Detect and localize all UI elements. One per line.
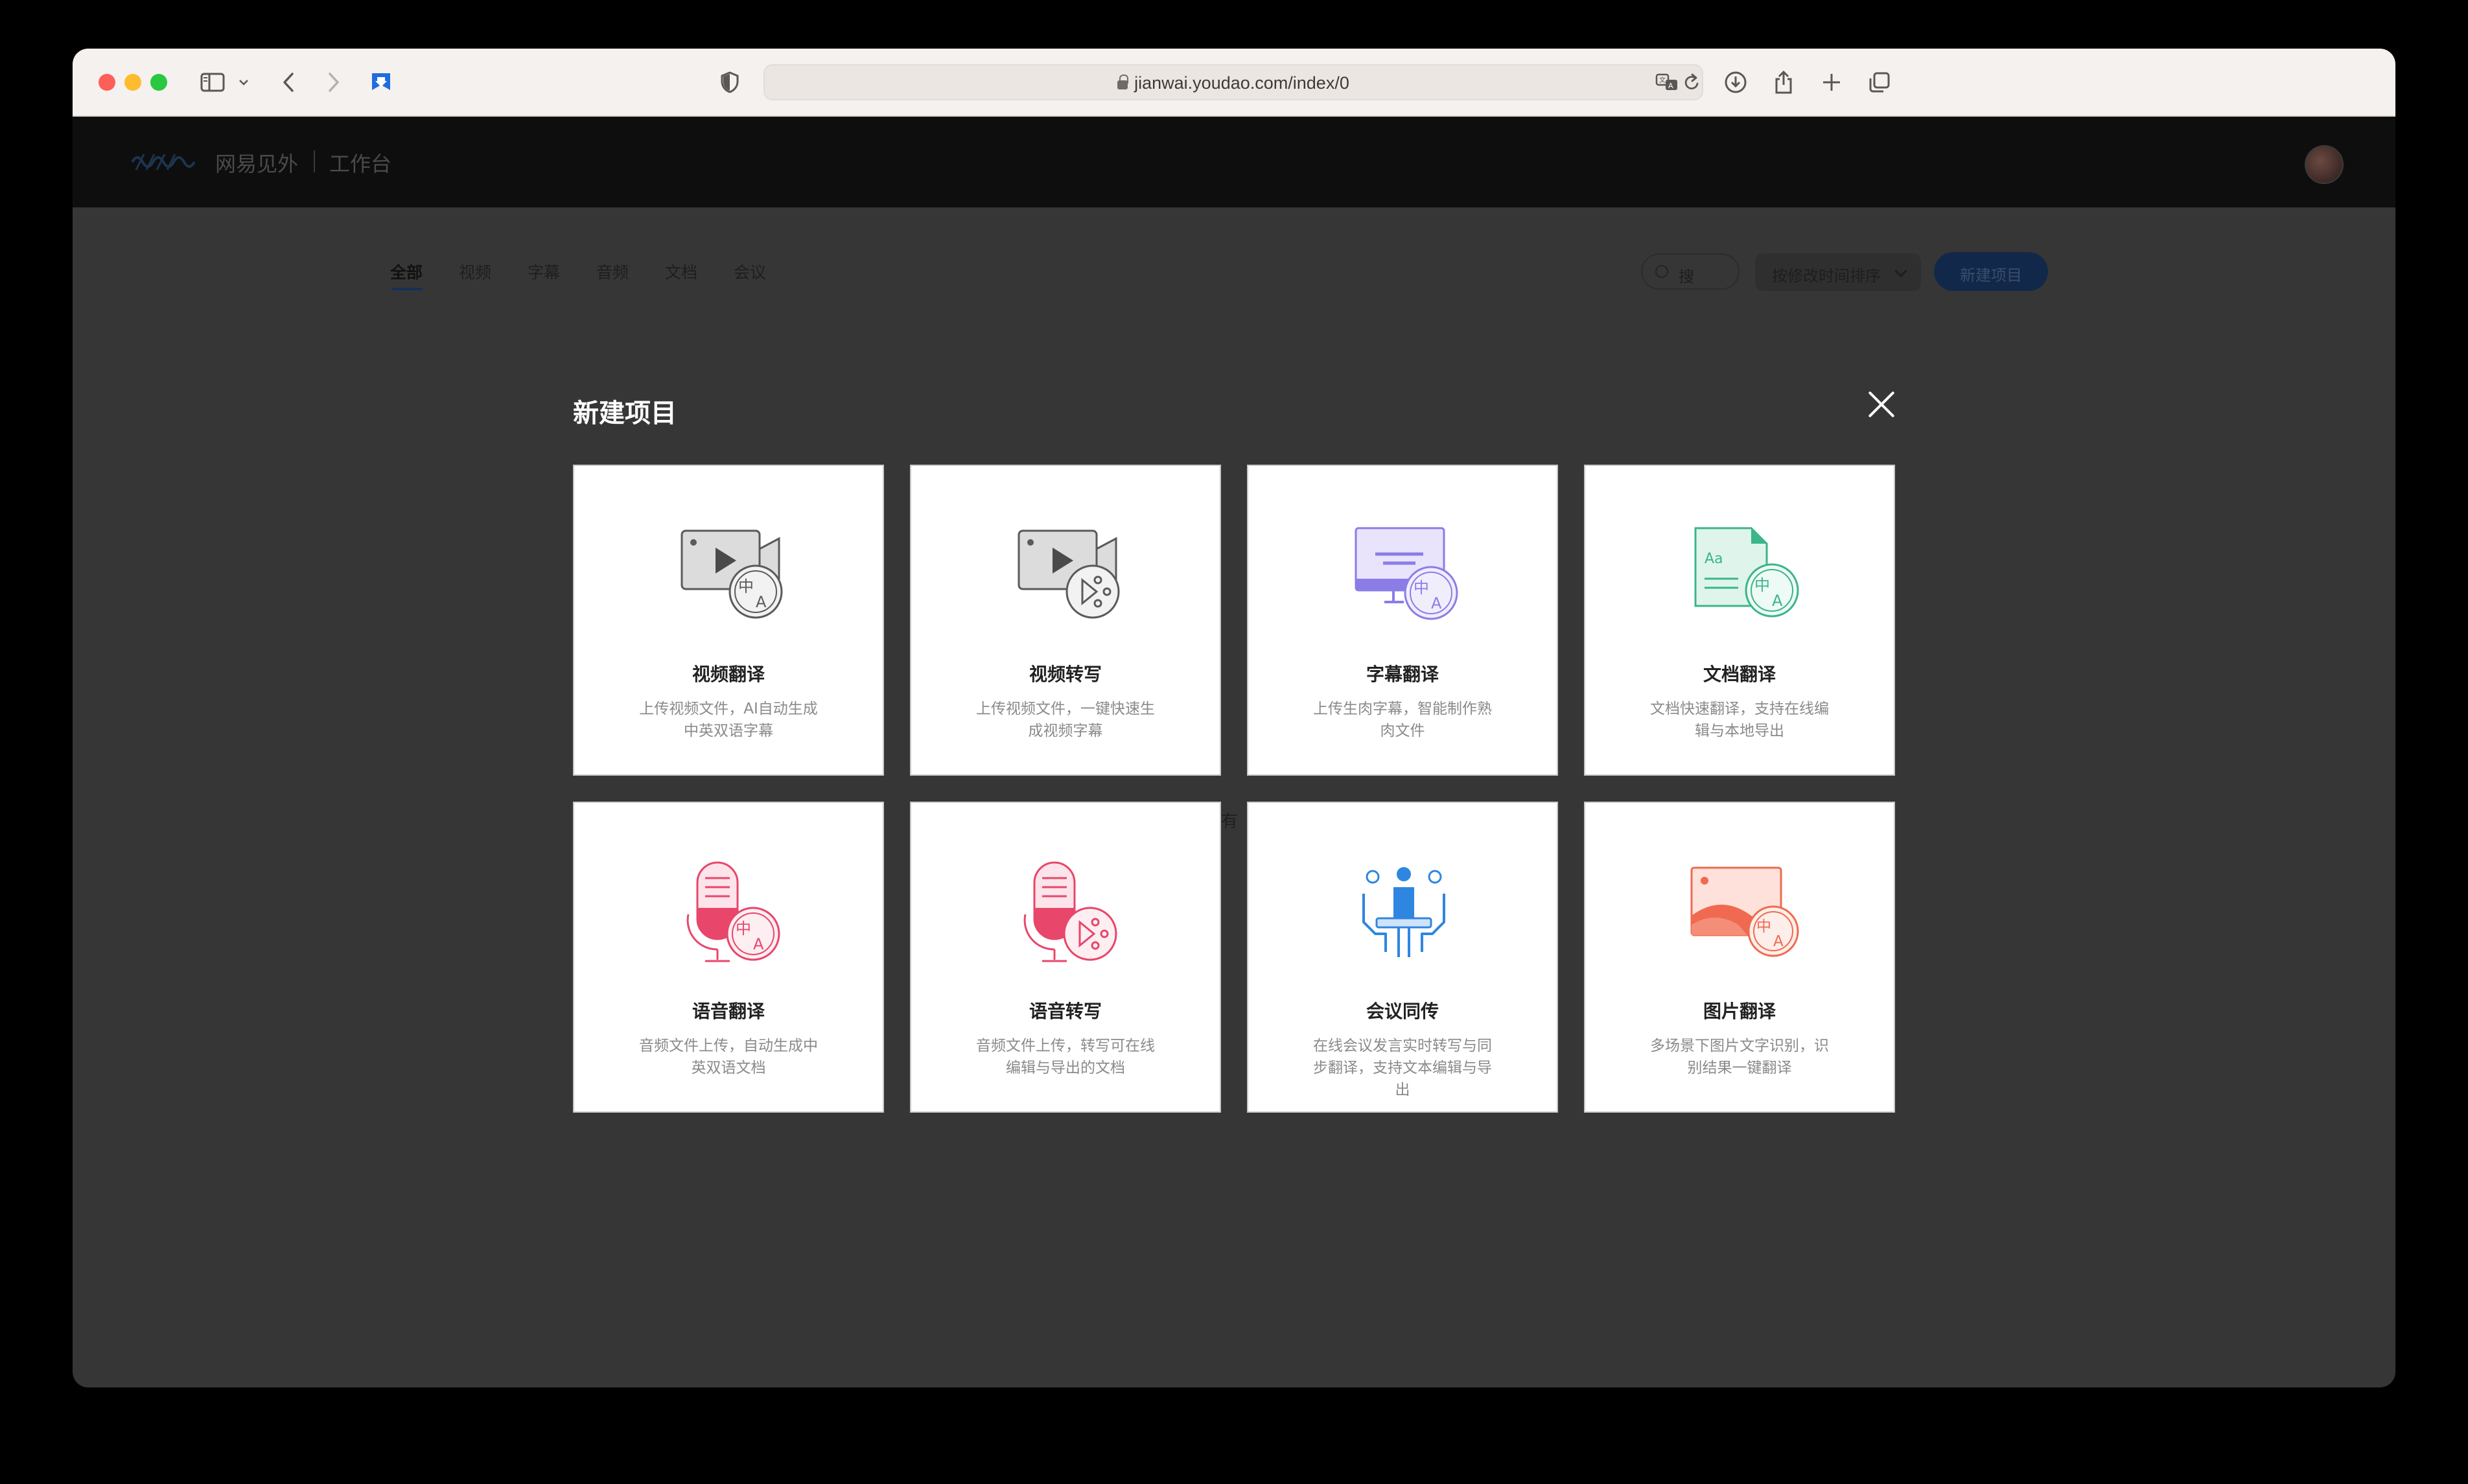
new-tab-icon[interactable] xyxy=(1819,68,1845,97)
card-title: 语音转写 xyxy=(1029,1001,1102,1022)
svg-text:中: 中 xyxy=(1754,576,1770,594)
card-description: 在线会议发言实时转写与同步翻译，支持文本编辑与导出 xyxy=(1313,1038,1492,1098)
lock-icon xyxy=(1117,75,1129,89)
tab-subtitle[interactable]: 字幕 xyxy=(528,260,560,283)
svg-text:A: A xyxy=(1668,82,1673,90)
card-description: 上传生肉字幕，智能制作熟肉文件 xyxy=(1313,701,1492,739)
svg-text:A: A xyxy=(756,593,767,611)
share-icon[interactable] xyxy=(1771,68,1797,97)
card-title: 图片翻译 xyxy=(1703,1001,1776,1022)
youdao-logo-icon[interactable] xyxy=(130,150,201,174)
card-description: 音频文件上传，自动生成中英双语文档 xyxy=(639,1038,818,1076)
tab-overview-icon[interactable] xyxy=(1867,68,1892,97)
tab-document[interactable]: 文档 xyxy=(665,260,697,283)
video-translate-icon: 中 A xyxy=(681,529,783,619)
search-placeholder: 搜 xyxy=(1679,268,1694,286)
tab-video[interactable]: 视频 xyxy=(459,260,491,283)
card-title: 语音翻译 xyxy=(692,1001,765,1022)
card-title: 会议同传 xyxy=(1366,1001,1439,1022)
card-title: 视频转写 xyxy=(1029,664,1102,685)
document-translate-icon: Aa 中 A xyxy=(1694,527,1799,618)
chevron-down-icon[interactable] xyxy=(236,68,251,97)
chevron-down-icon xyxy=(1894,264,1907,277)
workspace-label: 工作台 xyxy=(329,152,392,176)
modal-title: 新建项目 xyxy=(573,399,677,428)
search-icon xyxy=(1655,265,1668,278)
card-description: 多场景下图片文字识别，识别结果一键翻译 xyxy=(1650,1038,1829,1076)
subtitle-translate-icon: 中 A xyxy=(1355,527,1458,620)
video-transcribe-icon xyxy=(1018,529,1120,619)
card-description: 上传视频文件，一键快速生成视频字幕 xyxy=(976,701,1155,739)
back-arrow-icon[interactable] xyxy=(279,68,298,97)
card-title: 字幕翻译 xyxy=(1366,664,1439,685)
svg-text:中: 中 xyxy=(738,577,754,596)
image-translate-icon: 中 A xyxy=(1690,866,1799,957)
card-description: 音频文件上传，转写可在线编辑与导出的文档 xyxy=(976,1038,1155,1076)
svg-text:中: 中 xyxy=(1756,918,1771,935)
card-document-translate[interactable]: Aa 中 A 文档翻译 文档快速翻译，支持在线编辑与本地导出 xyxy=(1584,465,1895,776)
sidebar-toggle-icon[interactable] xyxy=(198,68,227,97)
privacy-shield-icon[interactable] xyxy=(718,68,741,97)
card-audio-transcribe[interactable]: 语音转写 音频文件上传，转写可在线编辑与导出的文档 xyxy=(910,802,1221,1113)
svg-text:A: A xyxy=(1773,933,1784,950)
address-bar[interactable]: jianwai.youdao.com/index/0 文A xyxy=(763,64,1703,100)
sort-label: 按修改时间排序 xyxy=(1772,267,1881,285)
svg-text:中: 中 xyxy=(736,920,751,938)
reload-icon[interactable] xyxy=(1682,68,1702,97)
svg-text:A: A xyxy=(1772,592,1783,610)
card-video-translate[interactable]: 中 A 视频翻译 上传视频文件，AI自动生成中英双语字幕 xyxy=(573,465,884,776)
app-header: 网易见外 工作台 xyxy=(73,117,2395,207)
tab-all[interactable]: 全部 xyxy=(390,260,423,283)
extension-icon[interactable] xyxy=(368,68,394,97)
card-description: 文档快速翻译，支持在线编辑与本地导出 xyxy=(1650,701,1829,739)
svg-text:中: 中 xyxy=(1414,579,1429,597)
search-input[interactable]: 搜 xyxy=(1641,253,1740,290)
svg-text:文: 文 xyxy=(1659,76,1666,84)
active-tab-indicator xyxy=(391,288,423,290)
audio-translate-icon: 中 A xyxy=(686,861,780,962)
downloads-icon[interactable] xyxy=(1723,68,1749,97)
close-window-button[interactable] xyxy=(99,74,115,91)
brand-divider xyxy=(314,150,315,172)
meeting-interpret-icon xyxy=(1362,867,1445,957)
empty-state-text: 有 xyxy=(1221,812,1239,831)
card-audio-translate[interactable]: 中 A 语音翻译 音频文件上传，自动生成中英双语文档 xyxy=(573,802,884,1113)
category-tabs: 全部 视频 字幕 音频 文档 会议 xyxy=(390,260,802,283)
forward-arrow-icon[interactable] xyxy=(324,68,343,97)
browser-window: jianwai.youdao.com/index/0 文A 网易见外 工作台 全… xyxy=(73,49,2395,1387)
sort-dropdown[interactable]: 按修改时间排序 xyxy=(1755,253,1921,291)
new-project-label: 新建项目 xyxy=(1960,266,2022,284)
brand-name[interactable]: 网易见外 xyxy=(215,148,298,178)
card-meeting-interpret[interactable]: 会议同传 在线会议发言实时转写与同步翻译，支持文本编辑与导出 xyxy=(1247,802,1558,1113)
audio-transcribe-icon xyxy=(1023,861,1117,962)
svg-text:Aa: Aa xyxy=(1705,551,1723,567)
tab-audio[interactable]: 音频 xyxy=(596,260,629,283)
translate-icon[interactable]: 文A xyxy=(1654,68,1680,97)
user-avatar[interactable] xyxy=(2305,145,2344,184)
zoom-window-button[interactable] xyxy=(150,74,167,91)
card-title: 视频翻译 xyxy=(692,664,765,685)
svg-text:A: A xyxy=(1431,594,1442,612)
card-subtitle-translate[interactable]: 中 A 字幕翻译 上传生肉字幕，智能制作熟肉文件 xyxy=(1247,465,1558,776)
url-text: jianwai.youdao.com/index/0 xyxy=(1134,73,1349,93)
card-image-translate[interactable]: 中 A 图片翻译 多场景下图片文字识别，识别结果一键翻译 xyxy=(1584,802,1895,1113)
card-description: 上传视频文件，AI自动生成中英双语字幕 xyxy=(639,701,818,739)
new-project-button[interactable]: 新建项目 xyxy=(1934,252,2048,291)
close-modal-button[interactable] xyxy=(1867,389,1896,419)
minimize-window-button[interactable] xyxy=(124,74,141,91)
browser-toolbar: jianwai.youdao.com/index/0 文A xyxy=(73,49,2395,117)
tab-meeting[interactable]: 会议 xyxy=(734,260,766,283)
card-title: 文档翻译 xyxy=(1703,664,1776,685)
svg-text:A: A xyxy=(753,935,764,953)
card-video-transcribe[interactable]: 视频转写 上传视频文件，一键快速生成视频字幕 xyxy=(910,465,1221,776)
